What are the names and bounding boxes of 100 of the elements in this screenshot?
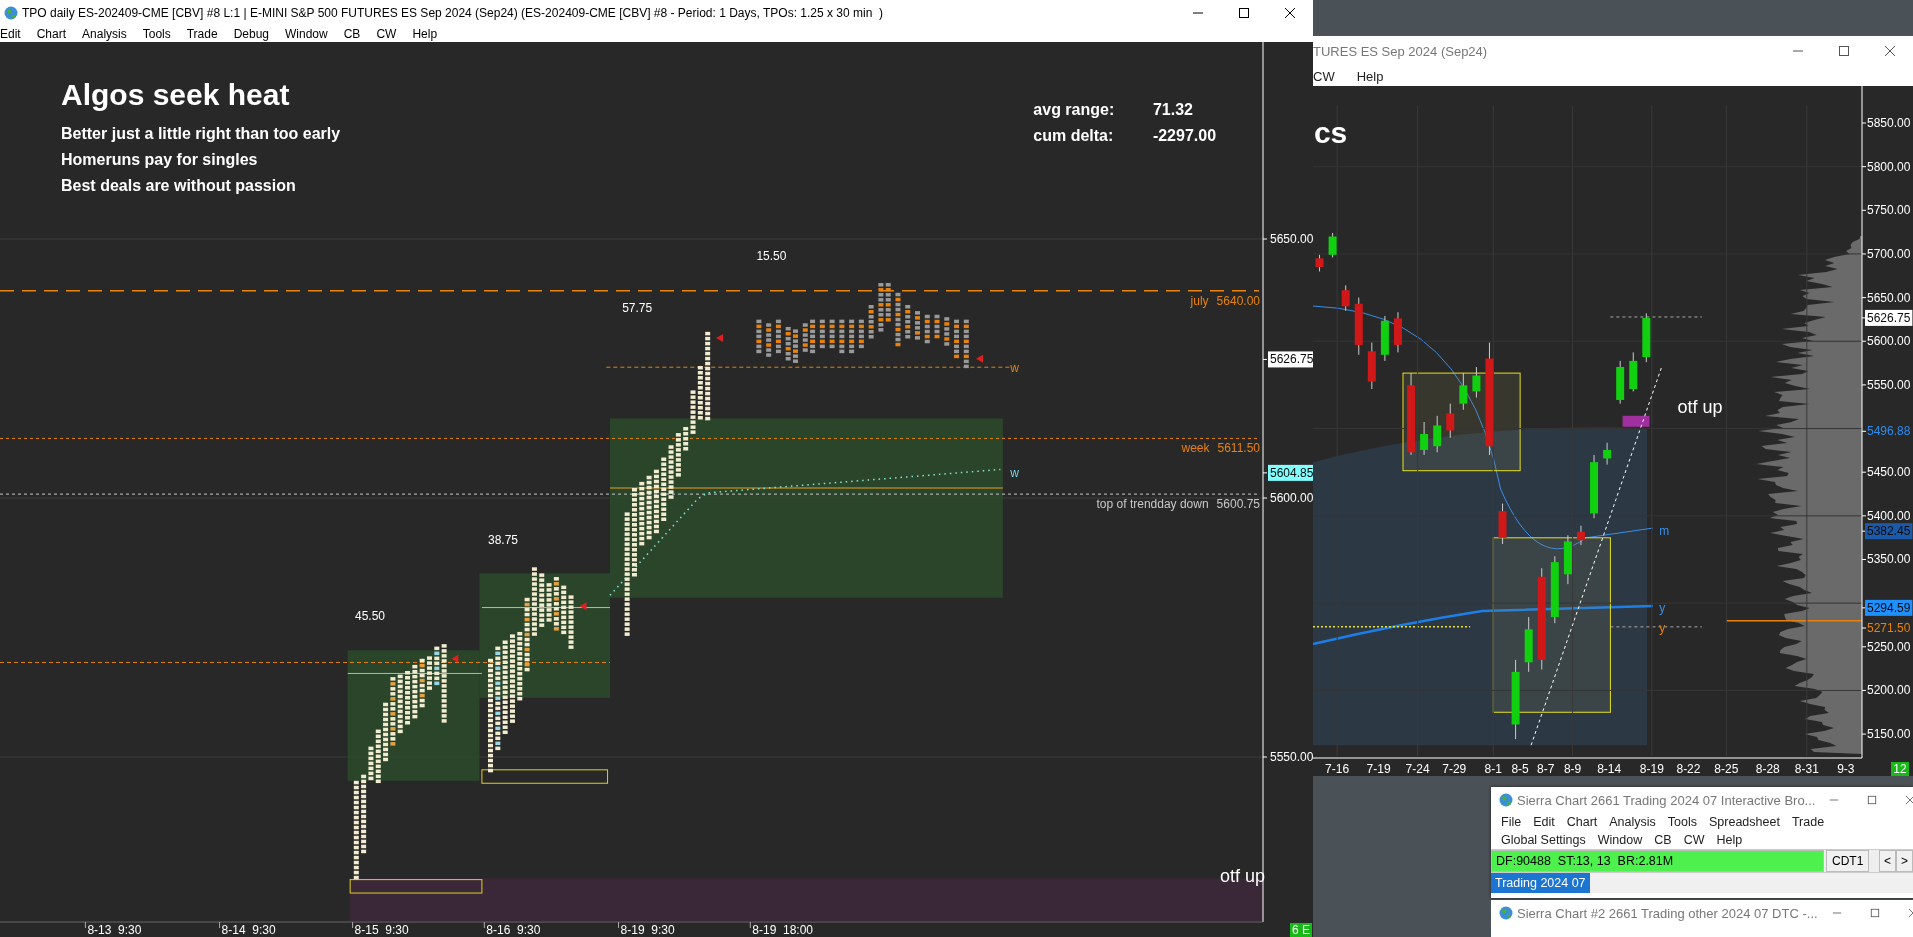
price-label: 5626.75 xyxy=(1268,351,1313,368)
menu-item[interactable]: Tools xyxy=(134,27,179,41)
shaded-block xyxy=(1622,415,1650,427)
menu-item[interactable]: File xyxy=(1495,815,1528,829)
menu-item[interactable]: Edit xyxy=(0,27,29,41)
candle xyxy=(1433,415,1442,453)
price-label: 5350.00 xyxy=(1867,552,1911,567)
count-badge: 6 E xyxy=(1290,923,1312,937)
globe-icon xyxy=(1499,906,1513,920)
globe-icon xyxy=(1499,793,1513,807)
candle xyxy=(1590,454,1599,519)
triangle-marker xyxy=(579,602,587,611)
time-label: 8-15 9:30 xyxy=(354,923,409,937)
range-label: 45.50 xyxy=(355,608,386,623)
menu-item[interactable]: Trade xyxy=(1785,815,1831,829)
menu-item[interactable]: CW xyxy=(1313,68,1349,84)
date-label: 8-28 xyxy=(1755,762,1780,776)
date-label: 8-9 xyxy=(1563,762,1582,776)
tab[interactable]: Trading 2024 07 xyxy=(1491,873,1590,893)
menu-item[interactable]: Window xyxy=(1591,833,1649,847)
price-label: 5600.00 xyxy=(1867,334,1911,349)
candle xyxy=(1393,311,1402,353)
price-label: 5604.85 xyxy=(1268,464,1313,481)
price-label: 5700.00 xyxy=(1867,246,1911,261)
price-label: 5271.50 xyxy=(1867,621,1911,635)
date-label: 8-5 xyxy=(1511,762,1529,776)
chart-note: Homeruns pay for singles xyxy=(61,151,258,169)
date-label: 8-22 xyxy=(1676,762,1701,776)
price-label: 5400.00 xyxy=(1867,508,1911,523)
price-label: 5550.00 xyxy=(1270,750,1313,764)
price-label: 5600.00 xyxy=(1270,491,1313,505)
candle xyxy=(1563,534,1572,585)
candle xyxy=(1354,297,1363,356)
window-title: Sierra Chart 2661 Trading 2024 07 Interactive Bro... xyxy=(1517,792,1816,808)
date-label: 8-7 xyxy=(1537,762,1555,776)
menu-item[interactable]: Global Settings xyxy=(1495,833,1592,847)
line-tag: w xyxy=(1010,361,1019,376)
price-label: 5294.59 xyxy=(1865,599,1913,616)
menu-item[interactable]: Edit xyxy=(1527,815,1561,829)
annotation-text: otf up xyxy=(1677,397,1723,418)
menu-item[interactable]: CW xyxy=(1677,833,1711,847)
range-label: 38.75 xyxy=(488,533,519,548)
line-tag: y xyxy=(1659,620,1666,635)
candle xyxy=(1550,555,1559,624)
stat-label: avg range: xyxy=(1033,100,1115,118)
menu-item[interactable]: Help xyxy=(1710,833,1749,847)
annotation-text: otf up xyxy=(1220,866,1266,887)
window-title: Sierra Chart #2 2661 Trading other 2024 07 DTC -... xyxy=(1517,905,1818,921)
candle xyxy=(1498,503,1507,545)
menu-item[interactable]: Help xyxy=(1348,68,1392,84)
menu-item[interactable]: Debug xyxy=(225,27,277,41)
nav-button[interactable]: < xyxy=(1878,850,1896,872)
range-label: 15.50 xyxy=(756,248,787,263)
price-label: 5626.75 xyxy=(1865,309,1913,326)
stat-value: 71.32 xyxy=(1152,100,1193,118)
chart-heading: cs xyxy=(1313,115,1348,149)
menu-item[interactable]: Spreadsheet xyxy=(1703,815,1786,829)
menu-item[interactable]: Analysis xyxy=(1603,815,1662,829)
date-label: 8-1 xyxy=(1484,762,1502,776)
globe-icon xyxy=(4,6,18,20)
menu-item[interactable]: Window xyxy=(277,27,336,41)
date-label: 7-24 xyxy=(1405,762,1430,776)
menu-item[interactable]: CB xyxy=(335,27,369,41)
line-tag: y xyxy=(1659,601,1666,616)
date-label: 7-29 xyxy=(1442,762,1467,776)
candle xyxy=(1576,525,1585,546)
price-label: 5550.00 xyxy=(1867,377,1911,392)
price-label: 5200.00 xyxy=(1867,683,1911,698)
menu-item[interactable]: Tools xyxy=(1661,815,1703,829)
candle xyxy=(1446,403,1455,439)
time-label: 8-19 18:00 xyxy=(752,923,813,937)
date-label: 8-19 xyxy=(1639,762,1664,776)
menu-item[interactable]: Trade xyxy=(178,27,226,41)
candle xyxy=(1472,366,1481,399)
menu-item[interactable]: CB xyxy=(1648,833,1678,847)
candle xyxy=(1616,360,1625,405)
price-label: 5382.45 xyxy=(1865,523,1913,540)
menu-item[interactable]: Chart xyxy=(1560,815,1604,829)
price-label: 5250.00 xyxy=(1867,639,1911,654)
candle xyxy=(1459,372,1468,411)
date-label: 8-25 xyxy=(1714,762,1739,776)
menu-item[interactable]: CW xyxy=(368,27,405,41)
candle xyxy=(1341,284,1350,312)
level-value: 5611.50 xyxy=(1217,441,1260,456)
date-label: 9-3 xyxy=(1837,762,1855,776)
toolbar-button[interactable]: CDT1 xyxy=(1826,850,1870,872)
price-label: 5750.00 xyxy=(1867,203,1911,218)
range-label: 57.75 xyxy=(622,301,653,316)
candle xyxy=(1367,342,1376,390)
candle xyxy=(1642,312,1651,363)
date-label: 7-16 xyxy=(1325,762,1350,776)
line-tag: w xyxy=(1010,466,1019,480)
window-title: TPO daily ES-202409-CME [CBV] #8 L:1 | E-MINI S&P 500 FUTURES ES Sep 2024 (Sep24) (ES-202409-CME [CBV] #8 - Period: 1 Days, TPOs: 1.25 x 30 min ) xyxy=(22,6,885,20)
date-label: 7-19 xyxy=(1366,762,1391,776)
menu-item[interactable]: Analysis xyxy=(74,27,135,41)
line-tag: m xyxy=(1659,524,1670,539)
menu-item[interactable]: Chart xyxy=(28,27,75,41)
chart-note: Better just a little right than too early xyxy=(61,125,341,143)
menu-item[interactable]: Help xyxy=(404,27,446,41)
level-value: 5640.00 xyxy=(1216,293,1260,308)
